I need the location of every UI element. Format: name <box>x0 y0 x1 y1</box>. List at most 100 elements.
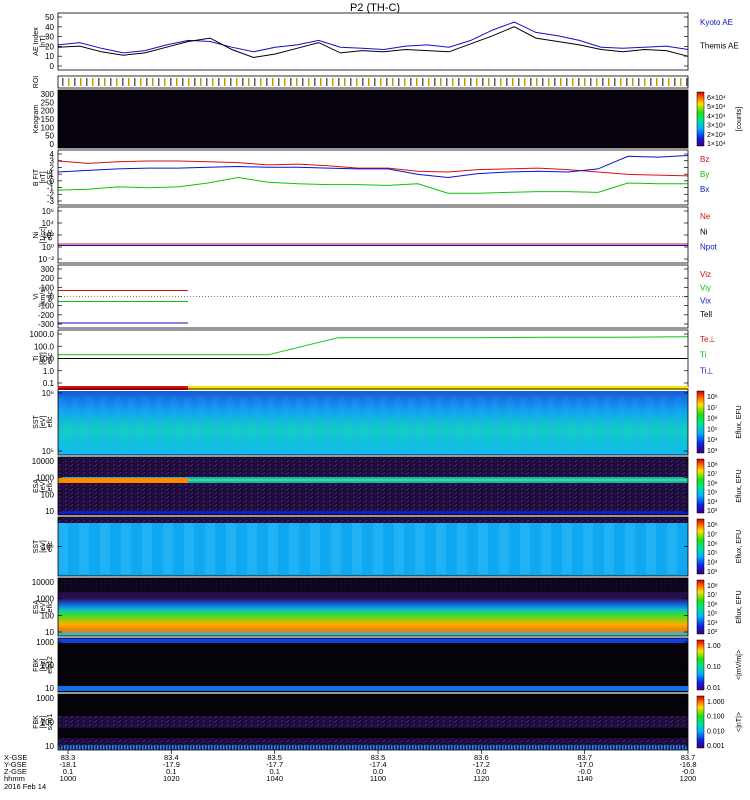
colorbar-tick: 10⁷ <box>707 405 718 412</box>
spectrogram-cell <box>58 523 68 574</box>
fbk-b-tick-band <box>139 745 141 750</box>
colorbar-tick: 10⁴ <box>707 560 718 567</box>
fbk-b-tick-band <box>235 745 237 750</box>
colorbar-tick: 0.10 <box>707 664 721 671</box>
fbk-b-tick-band <box>592 745 594 750</box>
spectrogram-cell <box>170 397 177 451</box>
fbk-b-tick-band <box>70 745 72 750</box>
roi-mark <box>272 78 274 86</box>
fbk-b-tick-band <box>472 745 474 750</box>
tick-label: 0 <box>50 293 55 302</box>
roi-mark <box>398 78 400 86</box>
tick-label: 40 <box>45 23 54 32</box>
roi-mark <box>116 78 118 86</box>
fbk-b-tick-band <box>460 745 462 750</box>
fbk-b-tick-band <box>538 745 540 750</box>
ylabel-text: [nT] <box>40 171 47 183</box>
colorbar-tick: 3×10⁴ <box>707 123 726 130</box>
fbk-b-tick-band <box>637 745 639 750</box>
roi-mark <box>80 78 82 86</box>
tick-label: 10000 <box>32 578 55 587</box>
fbk-b-tick-band <box>526 745 528 750</box>
panel-frame-density <box>57 206 689 264</box>
fbk-b-tick-band <box>547 745 549 750</box>
fbk-b-tick-band <box>124 745 126 750</box>
fbk-b-tick-band <box>232 745 234 750</box>
roi-mark <box>242 78 244 86</box>
ylabel-text: SST <box>33 539 40 553</box>
fbk-b-tick-band <box>157 745 159 750</box>
roi-mark <box>356 78 358 86</box>
spectrogram-cell <box>562 523 572 574</box>
fbk-b-tick-band <box>634 745 636 750</box>
fbk-b-tick-band <box>604 745 606 750</box>
fbk-b-tick-band <box>439 745 441 750</box>
fbk-b-tick-band <box>127 745 129 750</box>
roi-mark <box>296 78 298 86</box>
fbk-b-tick-band <box>625 745 627 750</box>
fbk-b-tick-band <box>478 745 480 750</box>
series-line-bx <box>57 155 689 179</box>
fbk-b-tick-band <box>586 745 588 750</box>
roi-mark <box>212 78 214 86</box>
fbk-b-tick-band <box>601 745 603 750</box>
fbk-b-tick-band <box>310 745 312 750</box>
spectrogram-fbk-e <box>58 638 688 692</box>
spectrogram-cell <box>268 523 278 574</box>
x-tick-label: 1200 <box>680 774 697 783</box>
roi-mark <box>446 78 448 86</box>
tick-label: 10⁶ <box>42 389 54 398</box>
spectrogram-cell <box>331 523 341 574</box>
colorbar <box>696 458 705 514</box>
fbk-b-tick-band <box>337 745 339 750</box>
spectrogram-cell <box>534 397 541 451</box>
tick-label: 10⁻² <box>38 255 54 264</box>
roi-mark <box>506 78 508 86</box>
fbk-b-tick-band <box>667 745 669 750</box>
fbk-b-tick-band <box>655 745 657 750</box>
fbk-b-tick-band <box>379 745 381 750</box>
roi-mark <box>362 78 364 86</box>
fbk-b-tick-band <box>385 745 387 750</box>
x-tick-label: 1120 <box>473 774 489 783</box>
panels: AE Index [nT]50403020100Kyoto AEThemis AE… <box>30 12 743 751</box>
colorbar <box>696 579 705 635</box>
spectrogram-cell <box>184 523 194 574</box>
tick-label: 100.0 <box>34 342 55 351</box>
tick-label: -200 <box>38 311 55 320</box>
colorbar-tick: 10³ <box>707 569 718 576</box>
fbk-b-tick-band <box>199 745 201 750</box>
fbk-b-tick-band <box>544 745 546 750</box>
colorbar-tick: 10⁸ <box>707 522 718 529</box>
spectrogram-cell <box>128 397 135 451</box>
roi-mark <box>380 78 382 86</box>
tick-label: 100 <box>41 611 55 620</box>
fbk-b-tick-band <box>307 745 309 750</box>
fbk-b-tick-band <box>553 745 555 750</box>
fbk-b-tick-band <box>454 745 456 750</box>
fbk-b-tick-band <box>580 745 582 750</box>
roi-mark <box>542 78 544 86</box>
tick-label: -100 <box>38 302 55 311</box>
fbk-b-tick-band <box>508 745 510 750</box>
colorbar <box>696 390 705 454</box>
roi-mark <box>416 78 418 86</box>
roi-mark <box>482 78 484 86</box>
spectrogram-cell <box>366 397 373 451</box>
spectrogram-cell <box>212 397 219 451</box>
roi-mark <box>86 78 88 86</box>
roi-mark <box>194 78 196 86</box>
colorbar-tick: 10⁴ <box>707 499 718 506</box>
fbk-b-tick-band <box>91 745 93 750</box>
spectrogram-cell <box>310 397 317 451</box>
fbk-b-tick-band <box>301 745 303 750</box>
fbk-b-tick-band <box>367 745 369 750</box>
ylabel-text: SST <box>33 414 40 428</box>
fbk-b-tick-band <box>376 745 378 750</box>
spectrogram-cell <box>478 397 485 451</box>
x-tick-label: 1140 <box>577 774 593 783</box>
spectrogram-cell <box>674 397 681 451</box>
roi-mark <box>596 78 598 86</box>
spectrogram-cell <box>604 523 614 574</box>
fbk-b-tick-band <box>316 745 318 750</box>
